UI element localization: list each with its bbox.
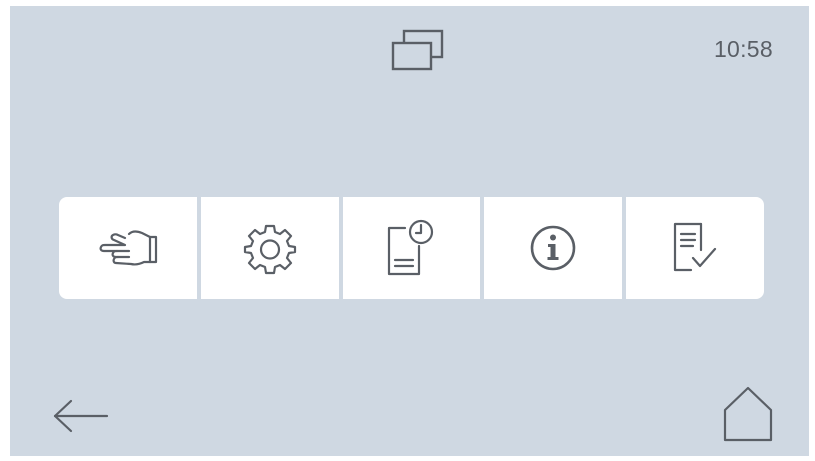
back-arrow-icon bbox=[53, 399, 109, 433]
info-icon bbox=[530, 225, 576, 271]
document-check-icon bbox=[673, 222, 717, 272]
hand-icon bbox=[99, 230, 157, 266]
gear-icon bbox=[243, 224, 296, 275]
home-button[interactable] bbox=[716, 382, 780, 446]
checklist-button[interactable] bbox=[626, 197, 764, 299]
home-icon bbox=[723, 386, 773, 442]
log-button[interactable] bbox=[342, 197, 481, 299]
clock: 10:58 bbox=[713, 36, 773, 62]
windows-button[interactable] bbox=[385, 24, 451, 76]
device-screen: 10:58 bbox=[10, 6, 809, 456]
settings-button[interactable] bbox=[200, 197, 339, 299]
main-menu bbox=[59, 197, 764, 299]
overlapping-windows-icon bbox=[391, 29, 444, 71]
document-clock-icon bbox=[388, 219, 434, 276]
info-button[interactable] bbox=[484, 197, 623, 299]
back-button[interactable] bbox=[48, 391, 114, 441]
manual-mode-button[interactable] bbox=[59, 197, 197, 299]
